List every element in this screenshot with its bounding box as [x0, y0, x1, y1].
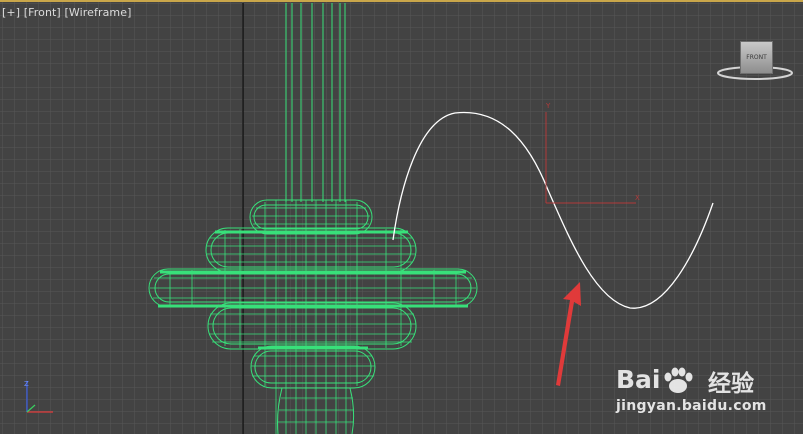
- axis-z-label: Z: [24, 380, 29, 388]
- viewport-label: [+] [Front] [Wireframe]: [2, 6, 131, 19]
- watermark-jingyan: 经验: [708, 371, 754, 397]
- watermark-url: jingyan.baidu.com: [616, 398, 767, 414]
- baidu-jingyan-watermark: Bai 经验 jingyan.baidu.com: [612, 345, 798, 421]
- paw-icon: [664, 367, 692, 393]
- pivot-x-label: X: [635, 194, 640, 202]
- watermark-brand: Bai: [616, 365, 695, 395]
- viewcube[interactable]: FRONT: [716, 40, 794, 80]
- viewport-menu-plus[interactable]: [+]: [2, 6, 20, 19]
- viewport-view-name[interactable]: [Front]: [24, 6, 61, 19]
- viewport-shading-mode[interactable]: [Wireframe]: [64, 6, 131, 19]
- viewcube-front-face[interactable]: FRONT: [740, 41, 773, 74]
- front-wireframe-viewport[interactable]: Y X Z [+] [Front] [Wireframe] FRONT Bai …: [0, 0, 803, 434]
- pivot-y-label: Y: [545, 102, 551, 110]
